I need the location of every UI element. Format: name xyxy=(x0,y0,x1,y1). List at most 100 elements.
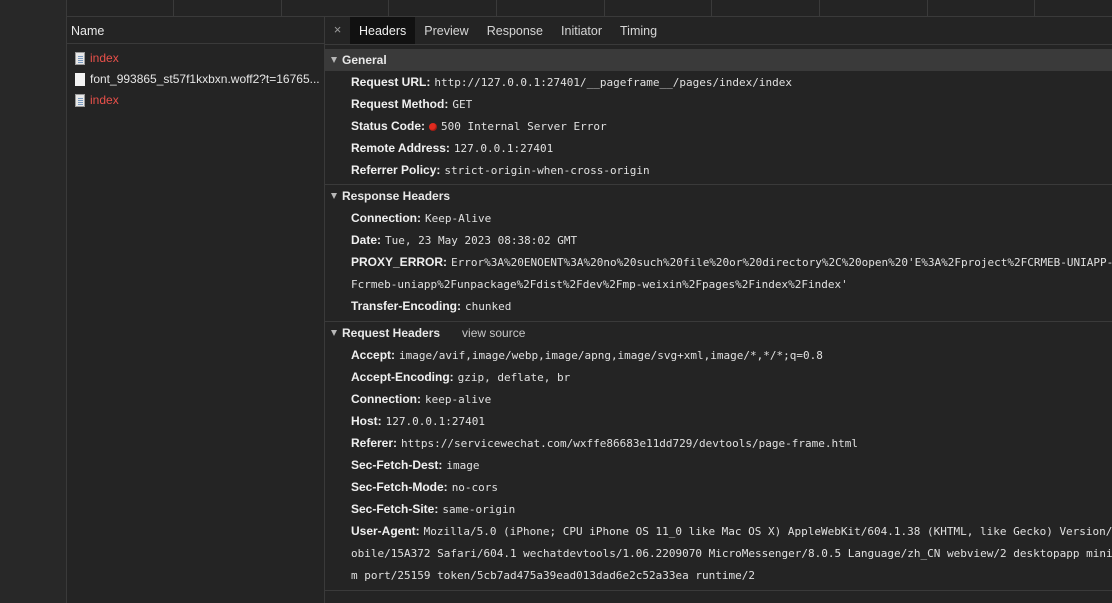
timeline-tick xyxy=(927,0,928,16)
header-value: Fcrmeb-uniapp%2Funpackage%2Fdist%2Fdev%2… xyxy=(351,278,848,291)
section-title: Request Headers xyxy=(342,326,441,340)
close-icon[interactable]: × xyxy=(325,17,350,44)
section-title: General xyxy=(342,53,387,67)
header-value: 500 Internal Server Error xyxy=(441,120,607,133)
header-row-continuation: Fcrmeb-uniapp%2Funpackage%2Fdist%2Fdev%2… xyxy=(325,273,1112,295)
tab-initiator[interactable]: Initiator xyxy=(552,17,611,44)
header-row-continuation: m port/25159 token/5cb7ad475a39ead013dad… xyxy=(325,564,1112,586)
header-row: Request URL: http://127.0.0.1:27401/__pag… xyxy=(325,71,1112,93)
tab-timing[interactable]: Timing xyxy=(611,17,666,44)
header-row: Status Code: 500 Internal Server Error xyxy=(325,115,1112,137)
header-value: chunked xyxy=(465,300,512,313)
header-key: Date: xyxy=(351,233,382,247)
header-value: GET xyxy=(452,98,473,111)
timeline-tick xyxy=(604,0,605,16)
request-row-index[interactable]: index xyxy=(67,90,324,111)
header-row: Accept-Encoding: gzip, deflate, br xyxy=(325,366,1112,388)
document-icon xyxy=(75,52,85,65)
header-key: Referer: xyxy=(351,436,398,450)
response-headers-section: Response Headers Connection: Keep-Alive D… xyxy=(325,185,1112,322)
header-row: Connection: Keep-Alive xyxy=(325,207,1112,229)
detail-tabbar: × Headers Preview Response Initiator Tim… xyxy=(325,17,1112,45)
header-value: Tue, 23 May 2023 08:38:02 GMT xyxy=(385,234,578,247)
timeline-tick xyxy=(711,0,712,16)
timeline-tick xyxy=(388,0,389,16)
header-row: Accept: image/avif,image/webp,image/apng,… xyxy=(325,344,1112,366)
caret-down-icon xyxy=(331,330,337,336)
header-row: PROXY_ERROR: Error%3A%20ENOENT%3A%20no%20… xyxy=(325,251,1112,273)
header-row: Referrer Policy: strict-origin-when-cross… xyxy=(325,159,1112,181)
timeline-tick xyxy=(1034,0,1035,16)
header-row: Remote Address: 127.0.0.1:27401 xyxy=(325,137,1112,159)
header-row-continuation: obile/15A372 Safari/604.1 wechatdevtools… xyxy=(325,542,1112,564)
header-row: Request Method: GET xyxy=(325,93,1112,115)
header-value: strict-origin-when-cross-origin xyxy=(444,164,650,177)
header-row: Transfer-Encoding: chunked xyxy=(325,295,1112,317)
tab-headers[interactable]: Headers xyxy=(350,17,416,44)
header-value: obile/15A372 Safari/604.1 wechatdevtools… xyxy=(351,547,1112,560)
header-value: m port/25159 token/5cb7ad475a39ead013dad… xyxy=(351,569,755,582)
header-key: User-Agent: xyxy=(351,524,420,538)
request-details: × Headers Preview Response Initiator Tim… xyxy=(325,17,1112,603)
header-key: Sec-Fetch-Dest: xyxy=(351,458,443,472)
header-value: Error%3A%20ENOENT%3A%20no%20such%20file%… xyxy=(451,256,1112,269)
timeline-tick xyxy=(819,0,820,16)
general-section: General Request URL: http://127.0.0.1:274… xyxy=(325,49,1112,185)
header-value: http://127.0.0.1:27401/__pageframe__/pag… xyxy=(434,76,792,89)
header-row: Sec-Fetch-Mode: no-cors xyxy=(325,476,1112,498)
network-timeline[interactable] xyxy=(67,0,1112,17)
request-name: index xyxy=(90,51,119,65)
header-row: Connection: keep-alive xyxy=(325,388,1112,410)
header-key: Connection: xyxy=(351,211,421,225)
header-key: Remote Address: xyxy=(351,141,450,155)
header-value: Keep-Alive xyxy=(425,212,492,225)
name-column-header[interactable]: Name xyxy=(67,17,324,44)
request-row-index[interactable]: index xyxy=(67,48,324,69)
timeline-tick xyxy=(173,0,174,16)
header-key: Transfer-Encoding: xyxy=(351,299,462,313)
header-value: no-cors xyxy=(451,481,499,494)
request-name: font_993865_st57f1kxbxn.woff2?t=16765... xyxy=(90,72,320,86)
response-headers-toggle[interactable]: Response Headers xyxy=(325,185,1112,207)
tab-preview[interactable]: Preview xyxy=(415,17,477,44)
caret-down-icon xyxy=(331,193,337,199)
header-row: Referer: https://servicewechat.com/wxffe8… xyxy=(325,432,1112,454)
view-source-link[interactable]: view source xyxy=(462,322,525,344)
header-key: Request URL: xyxy=(351,75,431,89)
header-value: image/avif,image/webp,image/apng,image/s… xyxy=(399,349,823,362)
general-section-toggle[interactable]: General xyxy=(325,49,1112,71)
header-value: Mozilla/5.0 (iPhone; CPU iPhone OS 11_0 … xyxy=(423,525,1112,538)
request-headers-toggle[interactable]: Request Headers view source xyxy=(325,322,1112,344)
header-row: User-Agent: Mozilla/5.0 (iPhone; CPU iPho… xyxy=(325,520,1112,542)
tab-response[interactable]: Response xyxy=(478,17,552,44)
header-key: Status Code: xyxy=(351,119,426,133)
status-error-icon xyxy=(429,123,438,131)
request-headers-section: Request Headers view source Accept: image… xyxy=(325,322,1112,591)
header-key: Referrer Policy: xyxy=(351,163,441,177)
header-key: Sec-Fetch-Mode: xyxy=(351,480,448,494)
header-key: Accept: xyxy=(351,348,396,362)
header-value: same-origin xyxy=(442,503,516,516)
header-value: https://servicewechat.com/wxffe86683e11d… xyxy=(401,437,858,450)
request-row-font[interactable]: font_993865_st57f1kxbxn.woff2?t=16765... xyxy=(67,69,324,90)
timeline-tick xyxy=(496,0,497,16)
header-value: keep-alive xyxy=(425,393,492,406)
header-key: Connection: xyxy=(351,392,421,406)
devtools-network-panel: Name index font_993865_st57f1kxbxn.woff2… xyxy=(0,0,1112,603)
header-row: Sec-Fetch-Dest: image xyxy=(325,454,1112,476)
caret-down-icon xyxy=(331,57,337,63)
left-gutter xyxy=(0,0,67,603)
header-row: Date: Tue, 23 May 2023 08:38:02 GMT xyxy=(325,229,1112,251)
header-row: Host: 127.0.0.1:27401 xyxy=(325,410,1112,432)
font-file-icon xyxy=(75,73,85,86)
header-key: PROXY_ERROR: xyxy=(351,255,448,269)
header-key: Host: xyxy=(351,414,382,428)
document-icon xyxy=(75,94,85,107)
header-key: Sec-Fetch-Site: xyxy=(351,502,439,516)
header-value: 127.0.0.1:27401 xyxy=(453,142,554,155)
header-value: 127.0.0.1:27401 xyxy=(385,415,486,428)
timeline-tick xyxy=(281,0,282,16)
header-value: image xyxy=(446,459,480,472)
header-key: Request Method: xyxy=(351,97,449,111)
section-title: Response Headers xyxy=(342,189,451,203)
